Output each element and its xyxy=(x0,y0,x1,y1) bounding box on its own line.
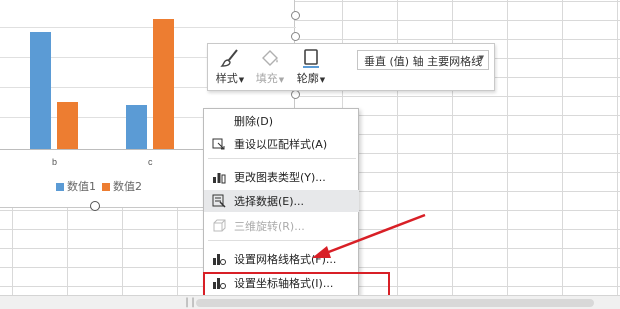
annotation-arrow xyxy=(312,213,426,258)
scrollbar-thumb[interactable] xyxy=(196,299,594,307)
horizontal-scrollbar[interactable]: || xyxy=(0,295,620,309)
scroll-splitter-icon[interactable]: || xyxy=(184,297,196,308)
